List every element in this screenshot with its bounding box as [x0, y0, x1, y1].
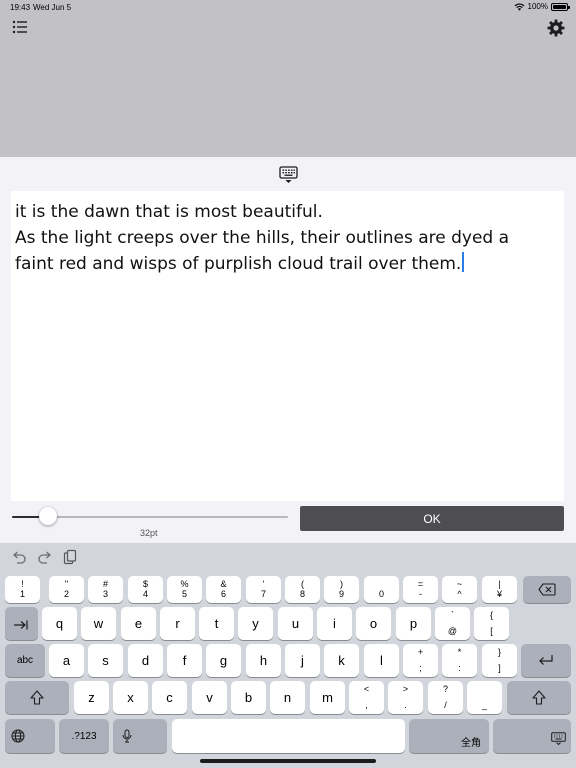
keyboard-hide-icon [551, 732, 566, 745]
status-date: Wed Jun 5 [33, 3, 72, 12]
key-4[interactable]: $4 [128, 576, 163, 603]
key-d[interactable]: d [128, 644, 163, 677]
key-w[interactable]: w [81, 607, 116, 640]
return-icon [539, 655, 553, 665]
key-b[interactable]: b [231, 681, 266, 714]
key-5[interactable]: % 5 [167, 576, 202, 603]
key-9[interactable]: ) 9 [324, 576, 359, 603]
clipboard-icon[interactable] [62, 549, 78, 565]
editor-text: it is the dawn that is most beautiful. A… [15, 199, 509, 277]
key-j[interactable]: j [285, 644, 320, 677]
shift-right-key[interactable] [507, 681, 571, 714]
key-period[interactable]: >. [388, 681, 423, 714]
key-l[interactable]: l [364, 644, 399, 677]
font-size-slider-thumb[interactable] [38, 507, 57, 525]
redo-icon[interactable] [37, 549, 53, 565]
globe-key[interactable] [5, 719, 55, 753]
globe-icon [11, 729, 25, 743]
dictation-key[interactable] [113, 719, 167, 753]
key-yen[interactable]: | ¥ [482, 576, 517, 603]
key-0[interactable]: 0 [364, 576, 399, 603]
shift-left-key[interactable] [5, 681, 69, 714]
microphone-icon [122, 729, 132, 743]
key-slash[interactable]: ? / [428, 681, 463, 714]
keyboard-dismiss-icon[interactable] [279, 166, 298, 184]
key-e[interactable]: e [121, 607, 156, 640]
key-i[interactable]: i [317, 607, 352, 640]
wifi-icon [514, 3, 524, 11]
key-minus[interactable]: = - [403, 576, 438, 603]
abc-key[interactable]: abc [5, 644, 45, 677]
key-underscore[interactable]: _ [467, 681, 502, 714]
status-time: 19:43 [10, 3, 31, 12]
key-semicolon[interactable]: +; [403, 644, 438, 677]
key-comma[interactable]: <, [349, 681, 384, 714]
key-y[interactable]: y [238, 607, 273, 640]
key-v[interactable]: v [192, 681, 227, 714]
tab-key[interactable] [5, 607, 38, 640]
key-t[interactable]: t [199, 607, 234, 640]
numbers-key[interactable]: .?123 [59, 719, 109, 753]
software-keyboard: ! 1 " 2 #3 $4 % 5 & 6 ' 7 (8 ) 9 0 = - ~ ^ | ¥ [0, 543, 576, 768]
key-7[interactable]: ' 7 [246, 576, 281, 603]
key-3[interactable]: #3 [88, 576, 123, 603]
key-6[interactable]: & 6 [206, 576, 241, 603]
key-bracket-right[interactable]: }] [482, 644, 517, 677]
space-key[interactable] [172, 719, 405, 753]
editor-panel: it is the dawn that is most beautiful. A… [0, 157, 576, 543]
text-editor[interactable]: it is the dawn that is most beautiful. A… [11, 191, 564, 501]
home-indicator [200, 759, 376, 763]
ok-button[interactable]: OK [300, 506, 564, 531]
key-o[interactable]: o [356, 607, 391, 640]
key-a[interactable]: a [49, 644, 84, 677]
key-x[interactable]: x [113, 681, 148, 714]
delete-icon [538, 583, 556, 596]
status-right: 100% [514, 2, 570, 11]
key-g[interactable]: g [206, 644, 241, 677]
key-h[interactable]: h [246, 644, 281, 677]
key-s[interactable]: s [88, 644, 123, 677]
key-n[interactable]: n [270, 681, 305, 714]
key-at[interactable]: ` @ [435, 607, 470, 640]
zenkaku-key[interactable]: 全角 [409, 719, 489, 753]
key-m[interactable]: m [310, 681, 345, 714]
status-bar: 19:43 Wed Jun 5 100% [0, 0, 576, 14]
key-colon[interactable]: *: [442, 644, 477, 677]
tab-icon [14, 620, 28, 630]
battery-percent: 100% [527, 2, 548, 11]
key-c[interactable]: c [152, 681, 187, 714]
font-size-label: 32pt [140, 528, 158, 538]
key-p[interactable]: p [396, 607, 431, 640]
return-key[interactable] [521, 644, 571, 677]
key-f[interactable]: f [167, 644, 202, 677]
key-z[interactable]: z [74, 681, 109, 714]
delete-key[interactable] [523, 576, 571, 603]
key-2[interactable]: " 2 [49, 576, 84, 603]
text-line: it is the dawn that is most beautiful. [15, 202, 323, 222]
dismiss-keyboard-key[interactable] [493, 719, 571, 753]
gear-icon[interactable] [547, 19, 565, 37]
key-k[interactable]: k [324, 644, 359, 677]
text-line: faint red and wisps of purplish cloud tr… [15, 251, 509, 277]
battery-icon [551, 2, 570, 11]
key-caret[interactable]: ~ ^ [442, 576, 477, 603]
key-u[interactable]: u [278, 607, 313, 640]
key-bracket-left[interactable]: {[ [474, 607, 509, 640]
key-r[interactable]: r [160, 607, 195, 640]
list-icon[interactable] [12, 20, 28, 34]
shift-icon [30, 690, 44, 705]
shift-icon [532, 690, 546, 705]
text-cursor [462, 252, 465, 272]
key-8[interactable]: (8 [285, 576, 320, 603]
undo-icon[interactable] [11, 549, 27, 565]
text-line: As the light creeps over the hills, thei… [15, 228, 510, 248]
key-1[interactable]: ! 1 [5, 576, 40, 603]
key-q[interactable]: q [42, 607, 77, 640]
